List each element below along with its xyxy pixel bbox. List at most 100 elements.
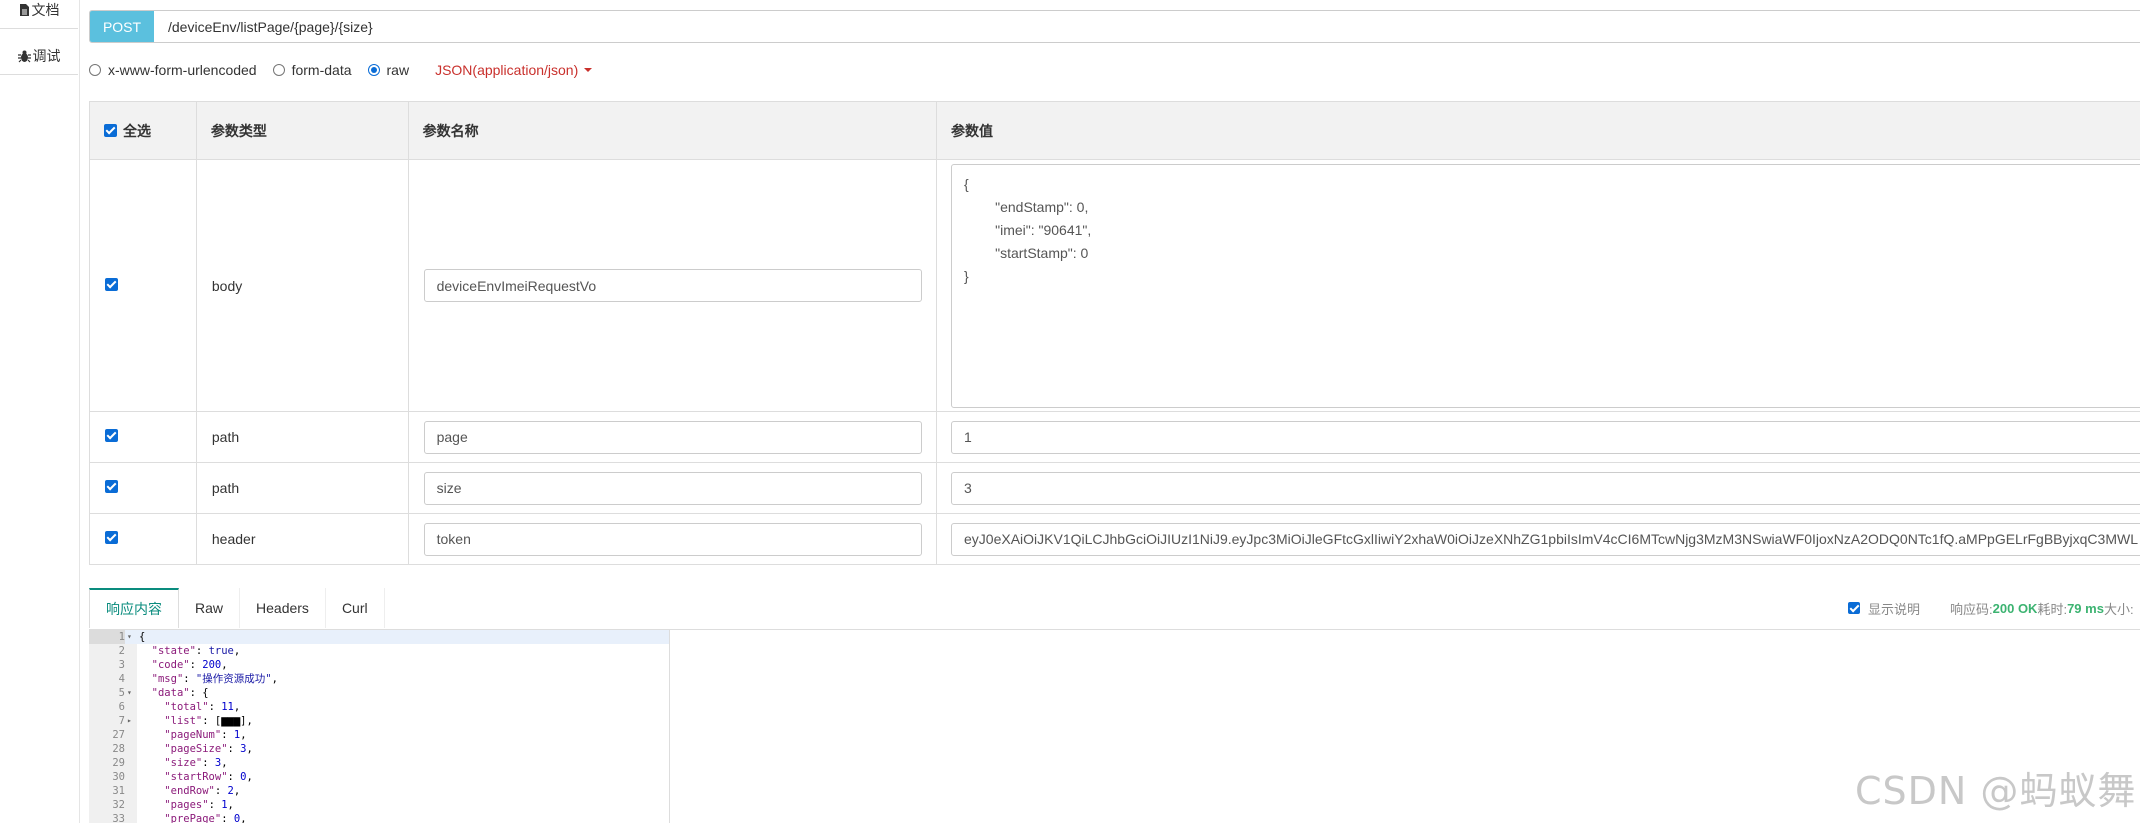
radio-raw[interactable]: raw <box>367 62 409 78</box>
param-value-input[interactable]: 1 <box>951 420 2140 454</box>
param-name-cell: token <box>407 513 938 565</box>
method-button[interactable]: POST <box>90 11 154 42</box>
row-checkbox-cell <box>89 411 197 463</box>
bug-icon <box>17 50 31 62</box>
line-number: 2 <box>118 645 125 657</box>
select-all-header: 全选 <box>89 101 197 160</box>
param-type: path <box>195 462 409 514</box>
param-value-cell: 3 <box>936 462 2140 514</box>
sidebar-item-label: 文档 <box>31 2 60 18</box>
show-desc-label: 显示说明 <box>1868 601 1921 617</box>
value-header: 参数值 <box>936 101 2140 160</box>
code-text: "endRow": 2, <box>164 785 241 797</box>
param-value-cell: eyJ0eXAiOiJKV1QiLCJhbGciOiJIUzI1NiJ9.eyJ… <box>936 513 2140 565</box>
sidebar-item-label: 调试 <box>32 48 61 64</box>
code-text: "code": 200, <box>151 659 228 671</box>
line-number: 30 <box>112 771 125 783</box>
line-number: 6 <box>118 701 125 713</box>
radio-form-data[interactable]: form-data <box>272 62 352 78</box>
line-number: 32 <box>112 799 125 811</box>
param-name-input[interactable]: size <box>423 471 922 505</box>
param-type: header <box>195 513 409 565</box>
show-desc-checkbox[interactable] <box>1848 602 1860 614</box>
line-number: 7 <box>118 715 125 727</box>
tab-response-content[interactable]: 响应内容 <box>89 588 179 628</box>
radio-circle-selected[interactable] <box>367 64 380 76</box>
line-number: 28 <box>112 743 125 755</box>
param-name-cell: size <box>407 462 938 514</box>
tab-headers[interactable]: Headers <box>240 588 326 628</box>
radio-label: x-www-form-urlencoded <box>108 62 257 78</box>
row-checkbox-cell <box>89 513 197 565</box>
table-row: path size 3 <box>89 462 2140 514</box>
body-type-selector: x-www-form-urlencoded form-data raw JSON… <box>89 60 593 80</box>
response-tabs: 响应内容 Raw Headers Curl <box>89 588 385 628</box>
type-header: 参数类型 <box>195 101 409 160</box>
tab-raw[interactable]: Raw <box>179 588 241 628</box>
code-text: "pages": 1, <box>164 799 234 811</box>
code-line: 1 ▾ { <box>89 630 669 644</box>
content-type-label: JSON(application/json) <box>435 62 579 78</box>
time-label: 耗时: <box>2037 601 2068 617</box>
code-text: "data": { <box>151 687 209 699</box>
size-label: 大小: <box>2103 601 2134 617</box>
table-header-row: 全选 参数类型 参数名称 参数值 <box>89 101 2140 160</box>
param-name-input[interactable]: token <box>423 522 922 556</box>
caret-down-icon <box>584 68 593 72</box>
watermark: CSDN @蚂蚁舞 <box>1855 769 2137 813</box>
param-value-cell: 1 <box>936 411 2140 463</box>
param-name-cell: page <box>407 411 938 463</box>
radio-label: form-data <box>291 62 352 78</box>
sidebar-item-docs[interactable]: 文档 <box>0 0 78 29</box>
time-value: 79 ms <box>2067 600 2104 616</box>
row-checkbox[interactable] <box>105 480 118 493</box>
param-name-cell: deviceEnvImeiRequestVo <box>407 159 938 412</box>
table-row: body deviceEnvImeiRequestVo { "endStamp"… <box>89 159 2140 412</box>
select-all-checkbox[interactable] <box>104 124 117 137</box>
line-number: 31 <box>112 785 125 797</box>
row-checkbox[interactable] <box>105 277 118 291</box>
param-name-input[interactable]: page <box>423 420 922 454</box>
response-code-editor[interactable]: 1 ▾{2 "state": true, 3 "code": 200, 4 "msg"… <box>89 630 670 823</box>
left-sidebar: 文档 调试 <box>0 0 80 823</box>
param-value-input[interactable]: 3 <box>951 471 2140 505</box>
params-table: 全选 参数类型 参数名称 参数值 body deviceEnvImeiReque… <box>89 101 2140 565</box>
fold-toggle-icon[interactable]: ▾ <box>127 630 135 644</box>
request-url-bar: POST /deviceEnv/listPage/{page}/{size} <box>89 10 2140 43</box>
radio-circle[interactable] <box>89 64 101 76</box>
line-number: 29 <box>112 757 125 769</box>
row-checkbox[interactable] <box>105 429 118 442</box>
param-type: path <box>195 411 409 463</box>
tab-curl[interactable]: Curl <box>326 588 385 628</box>
code-text: "startRow": 0, <box>164 771 253 783</box>
radio-urlencoded[interactable]: x-www-form-urlencoded <box>89 62 257 78</box>
fold-toggle-icon[interactable]: ▾ <box>127 686 135 700</box>
line-number: 5 <box>118 687 125 699</box>
line-number: 27 <box>112 729 125 741</box>
param-value-input[interactable]: eyJ0eXAiOiJKV1QiLCJhbGciOiJIUzI1NiJ9.eyJ… <box>951 522 2140 556</box>
param-value-textarea[interactable]: { "endStamp": 0, "imei": "90641", "start… <box>951 163 2140 408</box>
code-text: "size": 3, <box>164 757 228 769</box>
name-header: 参数名称 <box>407 101 938 160</box>
radio-circle[interactable] <box>272 64 285 76</box>
code-text: "state": true, <box>151 645 241 657</box>
url-input[interactable]: /deviceEnv/listPage/{page}/{size} <box>168 19 373 35</box>
param-type: body <box>195 159 409 412</box>
code-text: "pageNum": 1, <box>164 729 247 741</box>
content-type-dropdown[interactable]: JSON(application/json) <box>435 62 593 78</box>
select-all-label: 全选 <box>123 122 151 139</box>
fold-toggle-icon[interactable]: ▸ <box>127 714 135 728</box>
status-code-label: 响应码: <box>1950 601 1993 617</box>
sidebar-item-debug[interactable]: 调试 <box>0 38 78 75</box>
row-checkbox[interactable] <box>105 531 118 544</box>
line-number: 3 <box>118 659 125 671</box>
param-name-input[interactable]: deviceEnvImeiRequestVo <box>423 269 922 302</box>
row-checkbox-cell <box>89 159 197 412</box>
code-text: "pageSize": 3, <box>164 743 253 755</box>
code-text: "total": 11, <box>164 701 241 713</box>
code-text: { <box>139 631 146 643</box>
table-row: header token eyJ0eXAiOiJKV1QiLCJhbGciOiJ… <box>89 513 2140 565</box>
code-text: "list": [▆▆▆], <box>164 715 253 727</box>
status-code-value: 200 OK <box>1992 600 2038 616</box>
row-checkbox-cell <box>89 462 197 514</box>
